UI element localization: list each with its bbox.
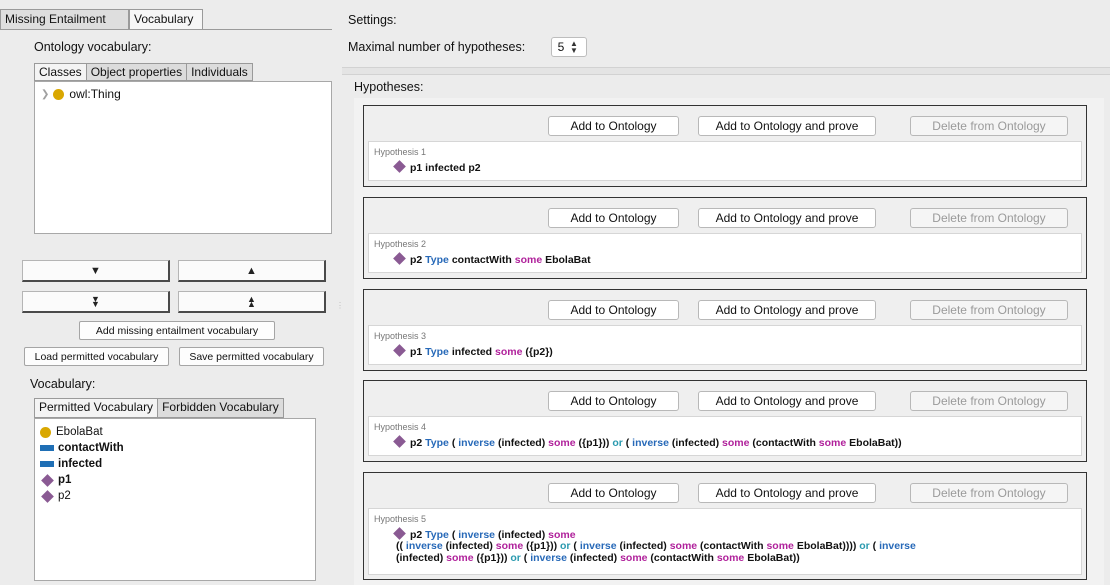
tree-node-owl-thing[interactable]: ❯ owl:Thing (41, 87, 121, 101)
max-hypotheses-label: Maximal number of hypotheses: (348, 40, 526, 54)
load-permitted-vocabulary-button[interactable]: Load permitted vocabulary (24, 347, 169, 366)
double-arrow-up-icon: ▲ ▲ (247, 293, 256, 309)
add-and-prove-button[interactable]: Add to Ontology and prove (698, 208, 876, 228)
hypothesis-content: Hypothesis 1 p1 infected p2 (368, 141, 1082, 181)
tree-node-label: owl:Thing (69, 87, 121, 101)
save-permitted-vocabulary-button[interactable]: Save permitted vocabulary (179, 347, 324, 366)
hypothesis-axiom-continuation: (( inverse (infected) some ({p1})) or ( … (396, 540, 916, 552)
hypotheses-list: Add to Ontology Add to Ontology and prov… (354, 98, 1104, 585)
tab-divider (0, 29, 332, 30)
hypothesis-content: Hypothesis 2 p2 Type contactWith some Eb… (368, 233, 1082, 273)
subtab-object-properties[interactable]: Object properties (85, 63, 188, 81)
vocab-item-label: p1 (58, 474, 72, 486)
add-to-ontology-button[interactable]: Add to Ontology (548, 208, 679, 228)
vocab-item-label: infected (58, 458, 103, 470)
vocab-item-contactwith[interactable]: contactWith (35, 440, 315, 456)
add-and-prove-button[interactable]: Add to Ontology and prove (698, 300, 876, 320)
double-arrow-down-icon: ▼ ▼ (91, 293, 100, 309)
individual-icon (393, 160, 406, 173)
hypothesis-card: Add to Ontology Add to Ontology and prov… (363, 197, 1087, 279)
hypothesis-axiom[interactable]: p2 Type ( inverse (infected) some ({p1})… (392, 435, 902, 450)
add-and-prove-button[interactable]: Add to Ontology and prove (698, 483, 876, 503)
delete-from-ontology-button[interactable]: Delete from Ontology (910, 116, 1068, 136)
object-property-icon (40, 461, 54, 467)
hypothesis-title: Hypothesis 3 (374, 331, 427, 341)
add-to-ontology-button[interactable]: Add to Ontology (548, 391, 679, 411)
delete-from-ontology-button[interactable]: Delete from Ontology (910, 391, 1068, 411)
hypotheses-panel: Settings: Maximal number of hypotheses: … (342, 0, 1110, 585)
hypotheses-label: Hypotheses: (354, 80, 424, 94)
expand-icon[interactable]: ❯ (41, 89, 49, 100)
hypothesis-title: Hypothesis 2 (374, 239, 427, 249)
move-down-button[interactable]: ▼ (22, 260, 170, 282)
delete-from-ontology-button[interactable]: Delete from Ontology (910, 483, 1068, 503)
subtab-permitted-vocabulary[interactable]: Permitted Vocabulary (34, 398, 159, 418)
vocab-item-infected[interactable]: infected (35, 456, 315, 472)
hypothesis-axiom[interactable]: p1 infected p2 (392, 160, 481, 175)
class-tree: ❯ owl:Thing (34, 81, 332, 234)
spinner-arrows-icon[interactable]: ▲ ▼ (570, 40, 578, 55)
hypothesis-title: Hypothesis 4 (374, 422, 427, 432)
tab-missing-entailment[interactable]: Missing Entailment (0, 9, 129, 30)
add-missing-entailment-vocabulary-button[interactable]: Add missing entailment vocabulary (79, 321, 275, 340)
app-window: Missing Entailment Vocabulary Ontology v… (0, 0, 1110, 585)
hypothesis-axiom-continuation: (infected) some ({p1})) or ( inverse (in… (396, 552, 800, 564)
hypothesis-axiom[interactable]: p1 Type infected some ({p2}) (392, 344, 553, 359)
subtab-forbidden-vocabulary[interactable]: Forbidden Vocabulary (157, 398, 284, 418)
add-and-prove-button[interactable]: Add to Ontology and prove (698, 391, 876, 411)
vocabulary-label: Vocabulary: (30, 377, 96, 391)
vocabulary-panel: Missing Entailment Vocabulary Ontology v… (0, 0, 340, 585)
tab-vocabulary[interactable]: Vocabulary (129, 9, 203, 30)
hypothesis-content: Hypothesis 5 p2 Type ( inverse (infected… (368, 508, 1082, 575)
hypothesis-title: Hypothesis 5 (374, 514, 427, 524)
top-tabs: Missing Entailment Vocabulary (0, 9, 203, 30)
vocab-item-p1[interactable]: p1 (35, 472, 315, 488)
move-all-down-button[interactable]: ▼ ▼ (22, 291, 170, 313)
hypothesis-card: Add to Ontology Add to Ontology and prov… (363, 472, 1087, 580)
object-property-icon (40, 445, 54, 451)
individual-icon (41, 489, 54, 503)
hypothesis-title: Hypothesis 1 (374, 147, 427, 157)
move-all-up-button[interactable]: ▲ ▲ (178, 291, 326, 313)
vocab-item-ebolabat[interactable]: EbolaBat (35, 424, 315, 440)
add-to-ontology-button[interactable]: Add to Ontology (548, 300, 679, 320)
vocab-item-label: EbolaBat (56, 426, 103, 438)
hypothesis-card: Add to Ontology Add to Ontology and prov… (363, 380, 1087, 462)
class-icon (53, 88, 65, 100)
split-divider[interactable] (342, 67, 1110, 75)
move-up-button[interactable]: ▲ (178, 260, 326, 282)
delete-from-ontology-button[interactable]: Delete from Ontology (910, 300, 1068, 320)
vocabulary-subtabs: Permitted Vocabulary Forbidden Vocabular… (34, 398, 284, 418)
individual-icon (41, 473, 54, 487)
permitted-vocabulary-list: EbolaBat contactWith infected p1 p2 (34, 418, 316, 581)
ontology-subtabs: Classes Object properties Individuals (34, 63, 253, 81)
hypothesis-content: Hypothesis 3 p1 Type infected some ({p2}… (368, 325, 1082, 365)
subtab-individuals[interactable]: Individuals (186, 63, 253, 81)
arrow-up-icon: ▲ (246, 264, 257, 277)
hypothesis-card: Add to Ontology Add to Ontology and prov… (363, 105, 1087, 187)
delete-from-ontology-button[interactable]: Delete from Ontology (910, 208, 1068, 228)
vocab-item-p2[interactable]: p2 (35, 488, 315, 504)
hypothesis-content: Hypothesis 4 p2 Type ( inverse (infected… (368, 416, 1082, 456)
settings-label: Settings: (348, 13, 397, 27)
add-to-ontology-button[interactable]: Add to Ontology (548, 483, 679, 503)
hypothesis-axiom[interactable]: p2 Type contactWith some EbolaBat (392, 252, 591, 267)
vocab-item-label: p2 (58, 490, 71, 502)
hypothesis-card: Add to Ontology Add to Ontology and prov… (363, 289, 1087, 371)
individual-icon (393, 435, 406, 448)
add-to-ontology-button[interactable]: Add to Ontology (548, 116, 679, 136)
spinner-value: 5 (557, 40, 565, 54)
subtab-classes[interactable]: Classes (34, 63, 87, 81)
ontology-vocabulary-label: Ontology vocabulary: (34, 40, 152, 54)
individual-icon (393, 527, 406, 540)
add-and-prove-button[interactable]: Add to Ontology and prove (698, 116, 876, 136)
class-icon (40, 426, 51, 438)
vocab-item-label: contactWith (58, 442, 124, 454)
max-hypotheses-spinner[interactable]: 5 ▲ ▼ (551, 37, 587, 57)
individual-icon (393, 344, 406, 357)
arrow-down-icon: ▼ (90, 264, 101, 277)
individual-icon (393, 252, 406, 265)
